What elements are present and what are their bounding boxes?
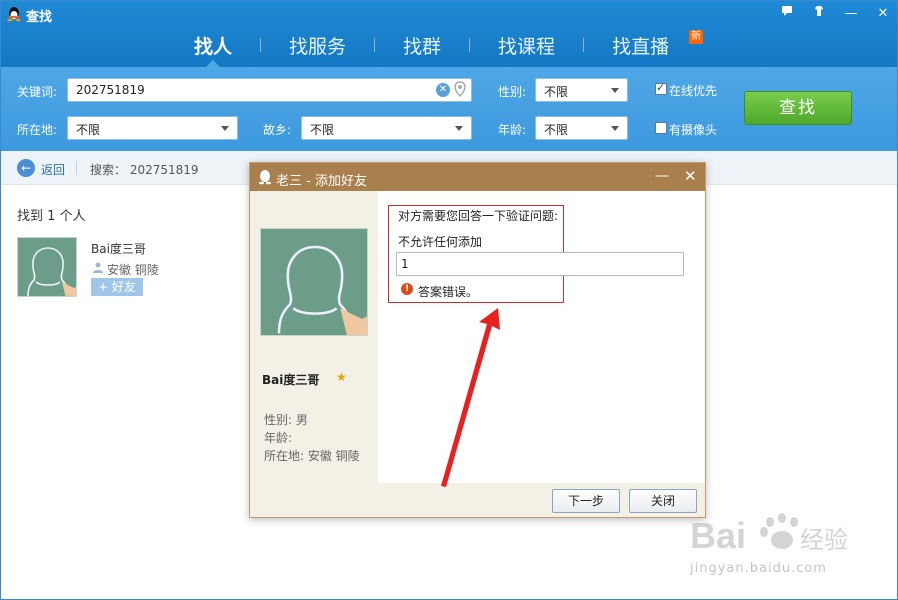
top-header: 查找 — ✕ 找人 找服务 找群 找课程 找直播 新 <box>0 0 898 68</box>
app-title: 查找 <box>26 10 53 25</box>
profile-gender: 性别: 男 <box>264 413 308 427</box>
minimize-icon[interactable]: — <box>842 5 860 23</box>
has-camera-label: 有摄像头 <box>669 123 718 137</box>
gender-value: 不限 <box>544 85 569 99</box>
feedback-icon[interactable] <box>778 5 796 23</box>
profile-name: Bai度三哥 <box>262 373 320 387</box>
svg-text:经验: 经验 <box>800 527 848 554</box>
skin-icon[interactable] <box>810 5 828 23</box>
gender-label: 性别: <box>498 85 527 99</box>
tab-find-services[interactable]: 找服务 <box>261 32 374 59</box>
hometown-select[interactable]: 不限 <box>301 116 472 140</box>
dialog-footer: 下一步 关闭 <box>250 483 705 517</box>
profile-panel: Bai度三哥 ★ 性别: 男 年龄: 所在地: 安徽 铜陵 <box>250 191 378 483</box>
add-friend-button[interactable]: + 好友 <box>91 278 143 296</box>
tab-label: 找服务 <box>289 35 347 58</box>
close-icon[interactable]: ✕ <box>684 167 697 185</box>
user-icon <box>93 262 103 273</box>
search-filters: 关键词: 202751819 ✕ 性别: 不限 在线优先 所在地: 不限 故乡:… <box>0 67 898 151</box>
location-select[interactable]: 不限 <box>67 116 238 140</box>
chevron-down-icon <box>611 126 619 131</box>
tab-find-courses[interactable]: 找课程 <box>470 32 583 59</box>
verification-question: 不允许任何添加 <box>398 235 483 249</box>
close-icon[interactable]: ✕ <box>874 5 892 23</box>
tab-find-groups[interactable]: 找群 <box>375 32 469 59</box>
profile-age: 年龄: <box>264 431 293 445</box>
age-select[interactable]: 不限 <box>535 116 628 140</box>
tab-label: 找人 <box>194 35 233 58</box>
main-tabs: 找人 找服务 找群 找课程 找直播 新 <box>166 29 709 68</box>
back-arrow-icon[interactable]: ← <box>17 159 35 177</box>
tab-label: 找课程 <box>498 35 556 58</box>
find-button[interactable]: 查找 <box>744 91 852 125</box>
add-friend-dialog: 老三 - 添加好友 — ✕ Bai度三哥 ★ 性别: 男 年龄: 所在地: 安徽… <box>249 162 706 518</box>
dialog-title-bar: 老三 - 添加好友 — ✕ <box>250 163 705 191</box>
back-link[interactable]: 返回 <box>41 161 65 178</box>
age-value: 不限 <box>544 123 569 137</box>
question-intro: 对方需要您回答一下验证问题: <box>398 209 559 223</box>
title-bar: 查找 — ✕ <box>0 0 898 28</box>
hometown-value: 不限 <box>310 123 335 137</box>
chevron-down-icon <box>455 126 463 131</box>
tab-find-people[interactable]: 找人 <box>166 32 260 68</box>
minimize-icon[interactable]: — <box>655 168 669 184</box>
clear-input-icon[interactable]: ✕ <box>436 83 450 97</box>
qq-logo-icon <box>259 170 271 185</box>
profile-location: 所在地: 安徽 铜陵 <box>264 449 360 463</box>
answer-input[interactable]: 1 <box>396 252 684 276</box>
age-label: 年龄: <box>498 123 527 137</box>
next-step-button[interactable]: 下一步 <box>552 489 620 513</box>
result-name[interactable]: Bai度三哥 <box>91 240 146 257</box>
dialog-title: 老三 - 添加好友 <box>276 174 367 189</box>
dialog-close-button[interactable]: 关闭 <box>629 489 697 513</box>
tab-label: 找直播 <box>612 35 670 58</box>
search-summary: 搜索： 202751819 <box>90 163 199 177</box>
location-label: 所在地: <box>17 123 58 137</box>
error-icon: ! <box>401 283 413 295</box>
gender-select[interactable]: 不限 <box>535 78 628 102</box>
hometown-label: 故乡: <box>263 123 292 137</box>
new-badge-icon: 新 <box>689 29 704 44</box>
error-message: 答案错误。 <box>418 285 479 299</box>
window-controls: — ✕ <box>778 5 892 23</box>
svg-text:Bai: Bai <box>690 515 746 556</box>
breadcrumb-divider <box>76 161 77 175</box>
online-first-checkbox[interactable] <box>655 81 667 95</box>
has-camera-checkbox[interactable] <box>655 122 667 134</box>
location-pin-icon[interactable] <box>454 81 466 97</box>
results-count: 找到 1 个人 <box>17 209 86 224</box>
star-icon: ★ <box>336 370 347 384</box>
watermark-site: jingyan.baidu.com <box>690 561 827 576</box>
location-value: 不限 <box>76 123 101 137</box>
qq-logo-icon <box>7 7 21 22</box>
keyword-input[interactable]: 202751819 <box>67 78 472 102</box>
chevron-down-icon <box>611 88 619 93</box>
tab-find-live[interactable]: 找直播 新 <box>584 29 709 59</box>
result-location: 安徽 铜陵 <box>107 263 159 277</box>
keyword-label: 关键词: <box>17 85 58 99</box>
result-avatar[interactable] <box>17 237 77 297</box>
profile-avatar <box>260 228 368 336</box>
chevron-down-icon <box>221 126 229 131</box>
baidu-watermark-logo: Bai 经验 <box>690 513 848 556</box>
online-first-label: 在线优先 <box>669 84 718 98</box>
tab-label: 找群 <box>403 35 442 58</box>
verification-panel: 对方需要您回答一下验证问题: 不允许任何添加 1 ! 答案错误。 <box>378 191 705 483</box>
